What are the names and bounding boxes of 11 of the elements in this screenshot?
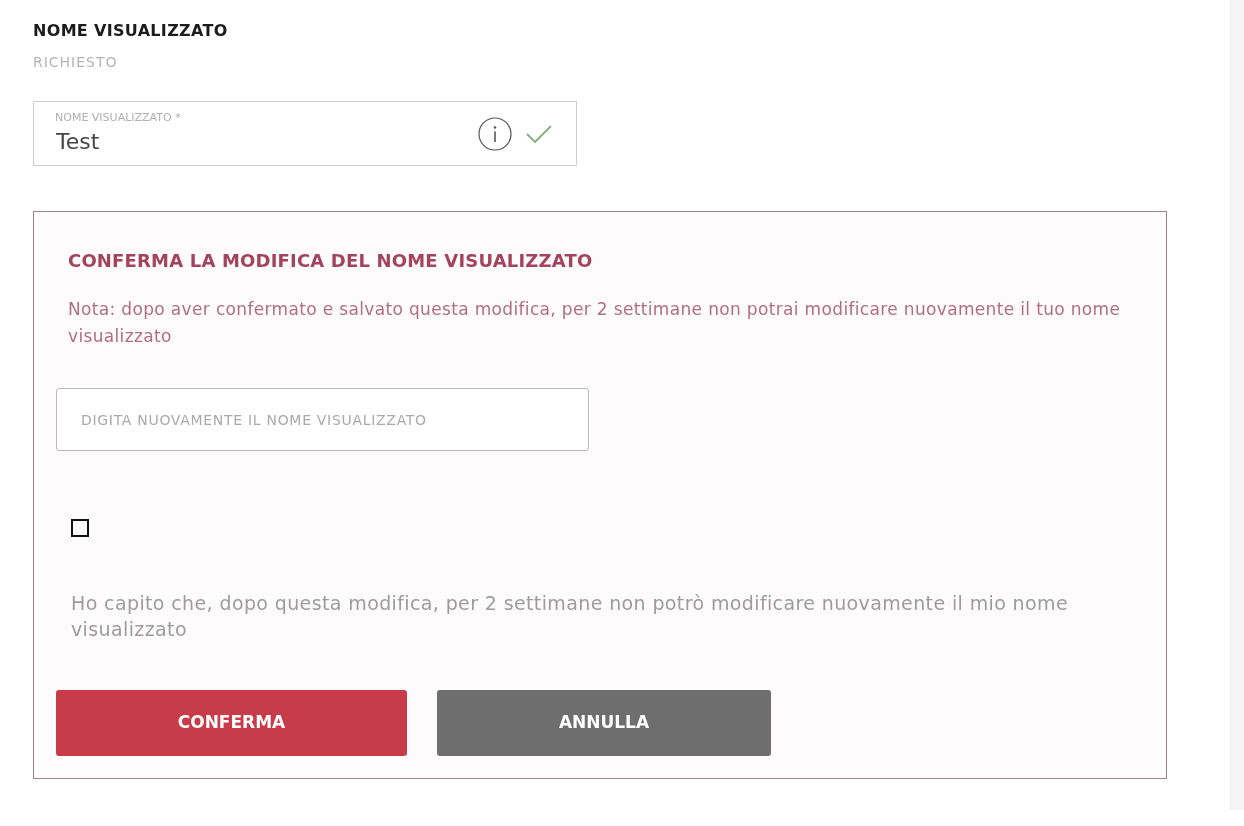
section-title: NOME VISUALIZZATO — [33, 21, 228, 41]
checkbox[interactable] — [71, 519, 89, 537]
info-icon[interactable] — [478, 117, 512, 151]
field-label: NOME VISUALIZZATO * — [55, 111, 181, 124]
warning-note: Nota: dopo aver confermato e salvato questa modifica, per 2 settimane non potrai modificare nuovamente il tuo nome visualizzato — [68, 298, 1122, 348]
panel-title: CONFERMA LA MODIFICA DEL NOME VISUALIZZATO — [68, 251, 593, 271]
input-field[interactable]: DIGITA NUOVAMENTE IL NOME VISUALIZZATO — [56, 388, 589, 451]
acknowledge-label: Ho capito che, dopo questa modifica, per 2 settimane non potrò modificare nuovamente il mio nome visualizzato — [71, 591, 1069, 642]
cancel-button[interactable]: ANNULLA — [437, 690, 771, 756]
confirm-button[interactable]: CONFERMA — [56, 690, 407, 756]
required-label: RICHIESTO — [33, 53, 118, 71]
